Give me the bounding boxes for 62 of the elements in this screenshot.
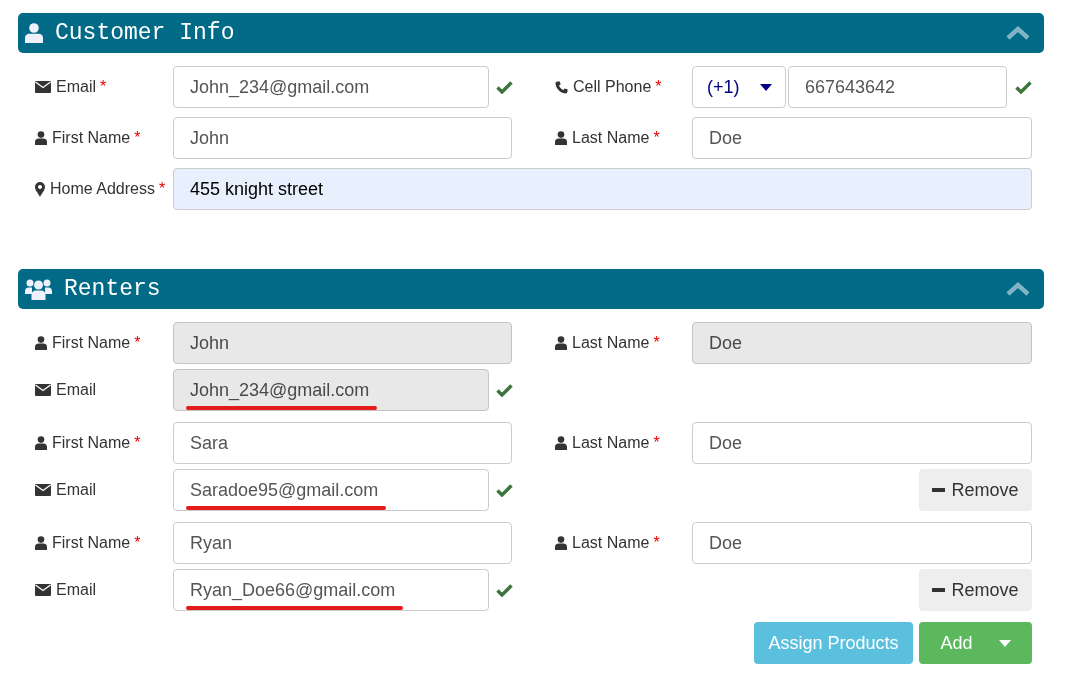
user-icon xyxy=(555,536,567,550)
address-field[interactable]: 455 knight street xyxy=(173,168,1032,210)
panel-header[interactable]: Renters xyxy=(18,269,1044,309)
required-mark: * xyxy=(653,434,660,452)
field-label: First Name xyxy=(52,534,131,552)
field-label: Last Name xyxy=(572,334,650,352)
required-mark: * xyxy=(134,534,141,552)
envelope-icon xyxy=(35,81,51,93)
chevron-icon[interactable] xyxy=(1006,25,1030,41)
minus-icon xyxy=(932,488,946,492)
user-icon xyxy=(35,336,47,350)
name-field[interactable]: Doe xyxy=(692,117,1032,159)
field-label: Email xyxy=(56,381,96,399)
email-field[interactable]: John_234@gmail.com xyxy=(173,66,489,108)
country-code-select[interactable]: (+1) xyxy=(692,66,786,108)
name-field[interactable]: Doe xyxy=(692,422,1032,464)
required-mark: * xyxy=(653,129,660,147)
field-label: Email xyxy=(56,78,96,96)
required-mark: * xyxy=(653,534,660,552)
user-icon xyxy=(35,131,47,145)
user-icon xyxy=(555,436,567,450)
name-field[interactable]: Doe xyxy=(692,522,1032,564)
field-label: Last Name xyxy=(572,434,650,452)
name-field[interactable]: Sara xyxy=(173,422,512,464)
users-icon xyxy=(25,278,52,300)
required-mark: * xyxy=(100,78,107,96)
required-mark: * xyxy=(655,78,662,96)
map-marker-icon xyxy=(35,181,45,197)
user-icon xyxy=(35,536,47,550)
field-label: Cell Phone xyxy=(573,78,652,96)
field-label: Home Address xyxy=(50,180,155,198)
field-label: Email xyxy=(56,581,96,599)
remove-button[interactable]: Remove xyxy=(919,469,1032,511)
envelope-icon xyxy=(35,584,51,596)
remove-button[interactable]: Remove xyxy=(919,569,1032,611)
field-label: First Name xyxy=(52,334,131,352)
field-label: Email xyxy=(56,481,96,499)
required-mark: * xyxy=(134,129,141,147)
field-label: Last Name xyxy=(572,129,650,147)
phone-field[interactable]: 667643642 xyxy=(788,66,1007,108)
required-mark: * xyxy=(134,434,141,452)
field-label: First Name xyxy=(52,129,131,147)
user-icon xyxy=(25,23,43,43)
name-field[interactable]: John xyxy=(173,117,512,159)
envelope-icon xyxy=(35,384,51,396)
user-icon xyxy=(555,336,567,350)
user-icon xyxy=(555,131,567,145)
minus-icon xyxy=(932,588,946,592)
caret-icon xyxy=(760,83,772,91)
email-field[interactable]: Ryan_Doe66@gmail.com xyxy=(173,569,489,611)
field-label: First Name xyxy=(52,434,131,452)
envelope-icon xyxy=(35,484,51,496)
panel-header[interactable]: Customer Info xyxy=(18,13,1044,53)
required-mark: * xyxy=(134,334,141,352)
phone-icon xyxy=(555,80,568,94)
field-label: Last Name xyxy=(572,534,650,552)
name-field[interactable]: Ryan xyxy=(173,522,512,564)
required-mark: * xyxy=(158,180,166,198)
chevron-icon[interactable] xyxy=(1006,281,1030,297)
user-icon xyxy=(35,436,47,450)
required-mark: * xyxy=(653,334,660,352)
email-field[interactable]: Saradoe95@gmail.com xyxy=(173,469,489,511)
